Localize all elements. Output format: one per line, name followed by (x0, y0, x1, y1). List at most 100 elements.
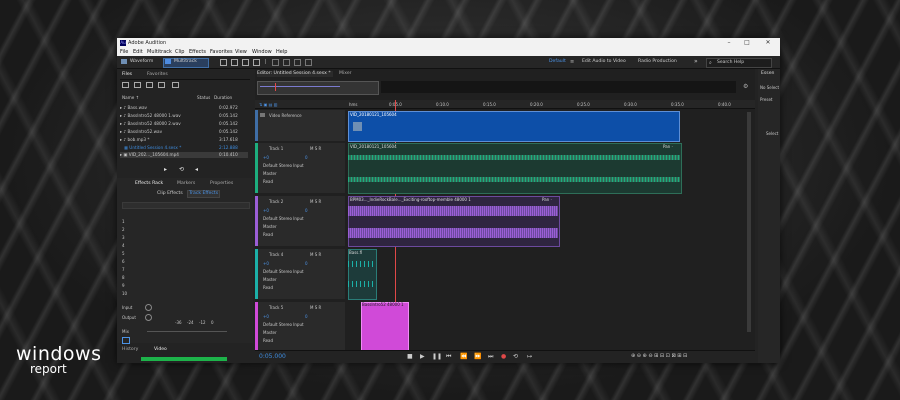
editor-scrollbar[interactable] (747, 112, 751, 332)
column-status-header[interactable]: Status (197, 95, 210, 100)
track-volume[interactable]: +0 (263, 314, 269, 319)
effect-slot-8[interactable]: 8 (122, 275, 125, 280)
tab-mixer[interactable]: Mixer (339, 71, 352, 76)
import-icon[interactable] (146, 82, 153, 88)
menu-window[interactable]: Window (252, 49, 272, 55)
ruler-tools[interactable]: ⇅ ▣ ▤ ▥ (259, 102, 278, 107)
output-knob[interactable] (145, 314, 152, 321)
power-toggle-icon[interactable] (122, 337, 130, 344)
track-volume[interactable]: +0 (263, 155, 269, 160)
new-file-icon[interactable] (134, 82, 141, 88)
mix-slider[interactable] (147, 331, 227, 332)
time-selection-tool-icon[interactable] (253, 59, 260, 66)
menu-clip[interactable]: Clip (175, 49, 184, 55)
preset-dropdown[interactable] (122, 202, 250, 209)
transport-go-end-button[interactable]: ⏭ (488, 353, 493, 361)
transport-go-start-button[interactable]: ⏮ (446, 353, 451, 361)
workspace-default[interactable]: Default (549, 59, 566, 64)
track-msr-buttons[interactable]: M S R (310, 252, 321, 257)
track-pan[interactable]: 0 (305, 155, 308, 160)
brush-tool-icon[interactable] (294, 59, 301, 66)
maximize-button[interactable]: □ (740, 38, 754, 47)
workspaces-overflow-icon[interactable]: » (694, 58, 698, 65)
track-output[interactable]: Master (263, 171, 277, 176)
volume-icon[interactable]: ◂ (195, 166, 198, 173)
time-display[interactable]: 0:05.000 (259, 353, 286, 360)
track-pan[interactable]: 0 (305, 314, 308, 319)
track-input[interactable]: Default Stereo Input (263, 163, 304, 168)
track-name[interactable]: Track 4 (269, 252, 283, 257)
menu-view[interactable]: View (235, 49, 247, 55)
tab-markers[interactable]: Markers (177, 181, 195, 186)
tab-effects-rack[interactable]: Effects Rack (135, 181, 163, 186)
razor-tool-icon[interactable] (231, 59, 238, 66)
menu-multitrack[interactable]: Multitrack (147, 49, 172, 55)
audio-clip-4[interactable] (348, 249, 377, 300)
track-msr-buttons[interactable]: M S R (310, 146, 321, 151)
workspace-menu-icon[interactable]: ≡ (570, 59, 575, 65)
subtab-track-effects[interactable]: Track Effects (187, 190, 220, 198)
track-mode[interactable]: Read (263, 232, 273, 237)
transport-stop-button[interactable]: ■ (407, 353, 413, 360)
insert-into-multitrack-icon[interactable] (158, 82, 165, 88)
waveform-view-button[interactable]: Waveform (130, 59, 153, 64)
menu-file[interactable]: File (120, 49, 128, 55)
transport-rewind-button[interactable]: ⏪ (460, 353, 467, 360)
healing-tool-icon[interactable] (305, 59, 312, 66)
effect-slot-10[interactable]: 10 (122, 291, 127, 296)
transport-play-button[interactable]: ▶ (420, 353, 425, 360)
effect-slot-2[interactable]: 2 (122, 227, 125, 232)
tab-editor-session[interactable]: Editor: Untitled Session 4.sesx * (257, 71, 333, 77)
tab-video[interactable]: Video (154, 347, 167, 352)
tab-files[interactable]: Files (122, 72, 132, 77)
audio-clip-2[interactable] (348, 196, 560, 247)
transport-fast-forward-button[interactable]: ⏩ (474, 353, 481, 360)
effect-slot-7[interactable]: 7 (122, 267, 125, 272)
tab-history[interactable]: History (122, 347, 138, 352)
effect-slot-9[interactable]: 9 (122, 283, 125, 288)
effect-slot-4[interactable]: 4 (122, 243, 125, 248)
zoom-settings-icon[interactable]: ⚙ (743, 83, 748, 90)
subtab-clip-effects[interactable]: Clip Effects (157, 191, 183, 196)
tab-favorites[interactable]: Favorites (147, 72, 168, 77)
transport-loop-button[interactable]: ⟲ (513, 353, 518, 360)
track-name[interactable]: Track 5 (269, 305, 283, 310)
move-tool-icon[interactable] (220, 59, 227, 66)
track-volume[interactable]: +0 (263, 208, 269, 213)
track-output[interactable]: Master (263, 330, 277, 335)
transport-pause-button[interactable]: ❚❚ (432, 353, 442, 360)
audio-clip-5[interactable] (361, 302, 409, 352)
multitrack-view-button[interactable]: Multitrack (174, 59, 197, 64)
open-folder-icon[interactable] (122, 82, 129, 88)
menu-edit[interactable]: Edit (133, 49, 143, 55)
close-button[interactable]: ✕ (761, 38, 775, 47)
track-mode[interactable]: Read (263, 179, 273, 184)
track-input[interactable]: Default Stereo Input (263, 322, 304, 327)
workspace-edit-audio-video[interactable]: Edit Audio to Video (582, 59, 626, 64)
workspace-radio-production[interactable]: Radio Production (638, 59, 677, 64)
transport-record-button[interactable]: ● (501, 353, 506, 360)
transport-skip-button[interactable]: ↦ (527, 353, 532, 360)
track-volume[interactable]: +0 (263, 261, 269, 266)
track-name[interactable]: Track 1 (269, 146, 283, 151)
input-knob[interactable] (145, 304, 152, 311)
menu-effects[interactable]: Effects (189, 49, 206, 55)
column-name-header[interactable]: Name ↑ (122, 95, 139, 100)
track-msr-buttons[interactable]: M S R (310, 305, 321, 310)
audio-clip-1[interactable] (348, 143, 682, 194)
marquee-tool-icon[interactable] (272, 59, 279, 66)
slip-tool-icon[interactable] (242, 59, 249, 66)
track-output[interactable]: Master (263, 224, 277, 229)
track-pan[interactable]: 0 (305, 208, 308, 213)
menu-favorites[interactable]: Favorites (210, 49, 233, 55)
track-output[interactable]: Master (263, 277, 277, 282)
search-files-icon[interactable] (172, 82, 179, 88)
tab-properties[interactable]: Properties (210, 181, 233, 186)
effect-slot-1[interactable]: 1 (122, 219, 125, 224)
effect-slot-5[interactable]: 5 (122, 251, 125, 256)
effect-slot-6[interactable]: 6 (122, 259, 125, 264)
zoom-controls[interactable]: ⊕ ⊖ ⊕ ⊖ ⊞ ⊟ ⊡ ⊠ ⊞ ⊟ (631, 353, 687, 359)
minimize-button[interactable]: – (722, 38, 736, 47)
track-mode[interactable]: Read (263, 338, 273, 343)
track-mode[interactable]: Read (263, 285, 273, 290)
